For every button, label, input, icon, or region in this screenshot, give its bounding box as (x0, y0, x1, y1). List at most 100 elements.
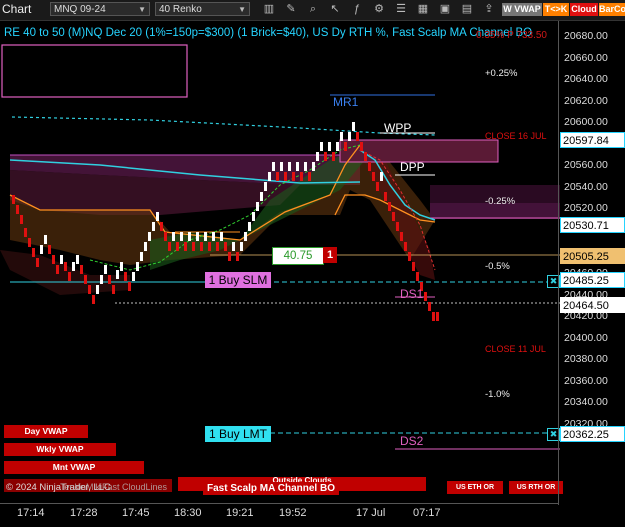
layout-icon[interactable]: ▤ (460, 2, 474, 16)
down-brick (236, 252, 239, 261)
time-tick-label: 17:45 (122, 507, 150, 519)
down-brick (432, 312, 435, 321)
up-brick (136, 262, 139, 271)
up-brick (44, 235, 47, 244)
position-qty[interactable]: 1 (323, 247, 337, 263)
down-brick (392, 212, 395, 221)
down-brick (404, 242, 407, 251)
up-brick (340, 132, 343, 141)
pnl-box[interactable]: 40.75 (272, 247, 324, 265)
up-brick (60, 255, 63, 264)
price-tick-label: 20340.00 (564, 396, 608, 409)
strategy-icon[interactable]: ⚙ (372, 2, 386, 16)
price-tick-label: 20360.00 (564, 374, 608, 387)
down-brick (16, 205, 19, 214)
up-brick (336, 142, 339, 151)
share-icon[interactable]: ⇪ (482, 2, 496, 16)
chart-toolbar: Chart MNQ 09-24 ▼ 40 Renko ▼ ▥ ✎ ⌕ ↖ ƒ ⚙… (0, 0, 625, 21)
down-brick (400, 232, 403, 241)
up-brick (120, 262, 123, 271)
down-brick (408, 252, 411, 261)
instrument-value: MNQ 09-24 (54, 4, 106, 15)
up-brick (172, 232, 175, 241)
down-brick (48, 245, 51, 254)
down-brick (416, 272, 419, 281)
pct-plus-025: +0.25% (485, 68, 518, 79)
properties-icon[interactable]: ☰ (394, 2, 408, 16)
down-brick (436, 312, 439, 321)
down-brick (28, 238, 31, 247)
level-mr1: MR1 (333, 95, 359, 109)
down-brick (200, 242, 203, 251)
up-brick (280, 162, 283, 171)
down-brick (80, 265, 83, 274)
price-tick-label: 20380.00 (564, 353, 608, 366)
wkly-vwap-button[interactable]: Wkly VWAP (4, 443, 116, 456)
down-brick (384, 192, 387, 201)
bar-chart-icon[interactable]: ▥ (262, 2, 276, 16)
cloud-button[interactable]: Cloud (570, 3, 598, 16)
down-brick (428, 302, 431, 311)
zoom-icon[interactable]: ⌕ (306, 2, 320, 16)
level-ds1: DS1 (400, 287, 424, 301)
up-brick (244, 232, 247, 241)
header-overlay: 0.35% P 733.50 (476, 30, 547, 41)
price-tick-label: 20540.00 (564, 180, 608, 193)
us-rth-or-button[interactable]: US RTH OR (509, 481, 563, 494)
down-brick (128, 282, 131, 291)
down-brick (412, 262, 415, 271)
time-tick-label: 07:17 (413, 507, 441, 519)
down-brick (368, 162, 371, 171)
down-brick (396, 222, 399, 231)
down-brick (216, 242, 219, 251)
day-vwap-button[interactable]: Day VWAP (4, 425, 88, 438)
barco-button[interactable]: BarCo (599, 3, 625, 16)
snapshot-icon[interactable]: ▣ (438, 2, 452, 16)
down-brick (160, 222, 163, 231)
cursor-icon[interactable]: ↖ (328, 2, 342, 16)
buy-slm-order[interactable]: 1 Buy SLM (205, 272, 271, 288)
instrument-selector[interactable]: MNQ 09-24 ▼ (50, 2, 150, 16)
down-brick (32, 248, 35, 257)
draw-tool-icon[interactable]: ✎ (284, 2, 298, 16)
period-value: 40 Renko (159, 4, 202, 15)
up-brick (204, 232, 207, 241)
up-brick (264, 182, 267, 191)
w-vwap-button[interactable]: W VWAP (502, 3, 542, 16)
time-tick-label: 17:14 (17, 507, 45, 519)
price-tick-label: 20620.00 (564, 94, 608, 107)
down-brick (20, 215, 23, 224)
price-marker: 20530.71 (560, 217, 625, 233)
up-brick (132, 272, 135, 281)
data-box-icon[interactable]: ▦ (416, 2, 430, 16)
up-brick (320, 142, 323, 151)
mnt-vwap-button[interactable]: Mnt VWAP (4, 461, 144, 474)
up-brick (240, 242, 243, 251)
level-ds2: DS2 (400, 434, 424, 448)
up-brick (72, 262, 75, 271)
period-selector[interactable]: 40 Renko ▼ (155, 2, 250, 16)
up-brick (156, 212, 159, 221)
fast-scalp-button[interactable]: Fast Scalp MA Channel BO (203, 482, 339, 495)
price-tick-label: 20600.00 (564, 116, 608, 129)
level-wpp: WPP (384, 121, 412, 135)
pct-minus-05: -0.5% (485, 261, 510, 272)
up-brick (260, 192, 263, 201)
up-brick (304, 162, 307, 171)
down-brick (192, 242, 195, 251)
time-tick-label: 18:30 (174, 507, 202, 519)
down-brick (308, 172, 311, 181)
down-brick (24, 228, 27, 237)
time-tick-label: 19:52 (279, 507, 307, 519)
down-brick (376, 182, 379, 191)
tk-button[interactable]: T<>K (543, 3, 569, 16)
up-brick (100, 275, 103, 284)
indicators-icon[interactable]: ƒ (350, 2, 364, 16)
down-brick (52, 255, 55, 264)
down-brick (124, 272, 127, 281)
buy-lmt-order[interactable]: 1 Buy LMT (205, 426, 271, 442)
time-tick-label: 17:28 (70, 507, 98, 519)
up-brick (272, 162, 275, 171)
us-eth-or-button[interactable]: US ETH OR (447, 481, 503, 494)
up-brick (288, 162, 291, 171)
